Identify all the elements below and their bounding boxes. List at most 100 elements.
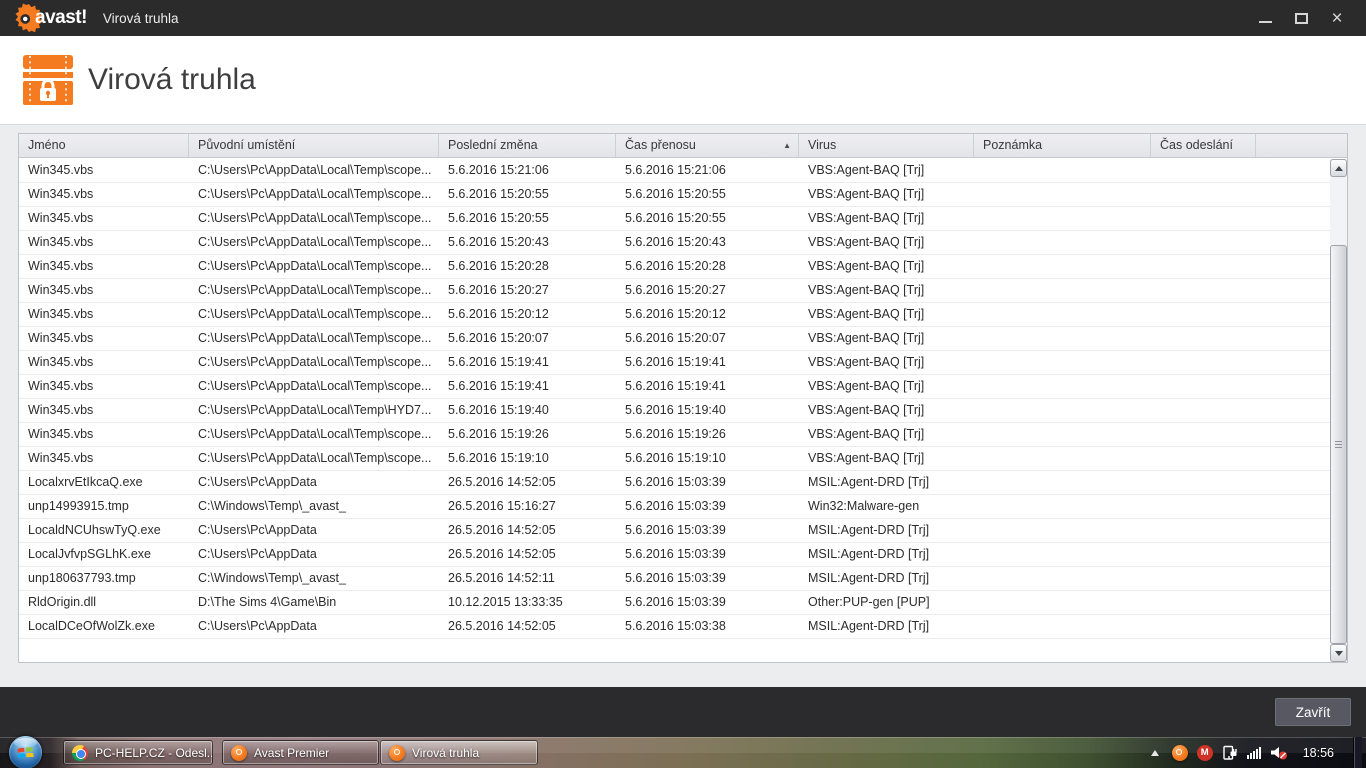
cell-modified: 5.6.2016 15:20:43 [448,235,549,249]
table-row[interactable]: LocaldNCUhswTyQ.exe C:\Users\Pc\AppData 26… [19,519,1330,543]
avast-tray-icon[interactable] [1171,744,1188,761]
cell-location: C:\Windows\Temp\_avast_ [198,571,346,585]
taskbar-clock[interactable]: 18:56 [1303,746,1334,760]
cell-virus: MSIL:Agent-DRD [Trj] [808,619,930,633]
cell-name: Win345.vbs [28,379,94,393]
network-signal-icon[interactable] [1246,746,1261,759]
scroll-down-button[interactable] [1330,644,1347,662]
scrollbar-thumb[interactable] [1330,245,1347,644]
column-header-transferred[interactable]: Čas přenosu ▲ [616,134,799,157]
cell-note [974,231,1151,254]
cell-name: LocalDCeOfWolZk.exe [28,619,155,633]
table-row[interactable]: Win345.vbs C:\Users\Pc\AppData\Local\Temp… [19,303,1330,327]
cell-location: C:\Users\Pc\AppData\Local\Temp\scope... [198,427,432,441]
cell-modified: 5.6.2016 15:19:26 [448,427,549,441]
cell-transferred: 5.6.2016 15:20:55 [625,187,726,201]
table-row[interactable]: Win345.vbs C:\Users\Pc\AppData\Local\Temp… [19,423,1330,447]
cell-location: C:\Users\Pc\AppData [198,619,317,633]
cell-sent [1151,183,1256,206]
cell-modified: 26.5.2016 14:52:05 [448,619,556,633]
cell-sent [1151,207,1256,230]
page-title: Virová truhla [88,63,256,96]
table-row[interactable]: Win345.vbs C:\Users\Pc\AppData\Local\Temp… [19,159,1330,183]
show-hidden-icons-button[interactable] [1150,749,1159,756]
cell-sent [1151,615,1256,638]
cell-sent [1151,567,1256,590]
cell-virus: VBS:Agent-BAQ [Trj] [808,211,925,225]
cell-transferred: 5.6.2016 15:03:39 [625,475,726,489]
cell-sent [1151,159,1256,182]
scroll-up-button[interactable] [1330,159,1347,177]
brand-wordmark: avast! [35,7,87,28]
cell-modified: 10.12.2015 13:33:35 [448,595,563,609]
column-header-virus[interactable]: Virus [799,134,974,157]
table-row[interactable]: unp180637793.tmp C:\Windows\Temp\_avast_ 2… [19,567,1330,591]
power-plug-icon[interactable] [1222,745,1238,761]
column-header-sent[interactable]: Čas odeslání [1151,134,1256,157]
cell-sent [1151,303,1256,326]
column-header-name[interactable]: Jméno [19,134,189,157]
table-row[interactable]: Win345.vbs C:\Users\Pc\AppData\Local\Temp… [19,207,1330,231]
cell-transferred: 5.6.2016 15:03:39 [625,595,726,609]
column-header-label: Čas přenosu [625,138,696,152]
cell-transferred: 5.6.2016 15:19:40 [625,403,726,417]
table-row[interactable]: Win345.vbs C:\Users\Pc\AppData\Local\Temp… [19,351,1330,375]
table-row[interactable]: Win345.vbs C:\Users\Pc\AppData\Local\Temp… [19,375,1330,399]
taskbar-item-virus-chest[interactable]: Virová truhla [380,740,538,765]
maximize-button[interactable] [1288,5,1314,31]
table-row[interactable]: Win345.vbs C:\Users\Pc\AppData\Local\Temp… [19,279,1330,303]
screen: avast! Virová truhla × Virová truhla Jmé… [0,0,1366,768]
cell-virus: VBS:Agent-BAQ [Trj] [808,451,925,465]
table-row[interactable]: LocalJvfvpSGLhK.exe C:\Users\Pc\AppData 26… [19,543,1330,567]
cell-transferred: 5.6.2016 15:21:06 [625,163,726,177]
cell-sent [1151,231,1256,254]
column-header-location[interactable]: Původní umístění [189,134,439,157]
cell-name: Win345.vbs [28,211,94,225]
cell-virus: Win32:Malware-gen [808,499,920,513]
table-row[interactable]: Win345.vbs C:\Users\Pc\AppData\Local\Temp… [19,447,1330,471]
cell-sent [1151,423,1256,446]
scroll-down-icon [1334,650,1343,656]
table-row[interactable]: Win345.vbs C:\Users\Pc\AppData\Local\Temp… [19,399,1330,423]
table-row[interactable]: Win345.vbs C:\Users\Pc\AppData\Local\Temp… [19,231,1330,255]
taskbar-item-browser[interactable]: PC-HELP.CZ - Odesl... [63,740,213,765]
cell-location: C:\Users\Pc\AppData\Local\Temp\scope... [198,307,432,321]
cell-transferred: 5.6.2016 15:19:41 [625,379,726,393]
avast-logo: avast! [14,3,87,33]
column-header-modified[interactable]: Poslední změna [439,134,616,157]
cell-sent [1151,495,1256,518]
close-button[interactable]: × [1324,5,1350,31]
table-row[interactable]: RldOrigin.dll D:\The Sims 4\Game\Bin 10.12… [19,591,1330,615]
cell-transferred: 5.6.2016 15:03:39 [625,523,726,537]
cell-virus: VBS:Agent-BAQ [Trj] [808,307,925,321]
cell-name: unp14993915.tmp [28,499,129,513]
mail-notifier-icon[interactable]: M [1196,744,1213,761]
cell-note [974,543,1151,566]
windows-flag-icon [17,747,34,759]
start-button[interactable] [9,736,42,768]
vertical-scrollbar[interactable] [1330,159,1347,662]
cell-modified: 5.6.2016 15:20:12 [448,307,549,321]
cell-note [974,351,1151,374]
cell-virus: VBS:Agent-BAQ [Trj] [808,331,925,345]
cell-sent [1151,279,1256,302]
table-row[interactable]: unp14993915.tmp C:\Windows\Temp\_avast_ 26… [19,495,1330,519]
column-header-note[interactable]: Poznámka [974,134,1151,157]
show-desktop-button[interactable] [1353,737,1362,768]
table-row[interactable]: Win345.vbs C:\Users\Pc\AppData\Local\Temp… [19,183,1330,207]
close-window-button[interactable]: Zavřít [1275,698,1351,726]
cell-modified: 5.6.2016 15:19:41 [448,355,549,369]
sort-ascending-icon: ▲ [783,141,791,150]
virus-chest-icon [23,55,73,105]
minimize-button[interactable] [1252,5,1278,31]
cell-transferred: 5.6.2016 15:20:07 [625,331,726,345]
table-row[interactable]: LocalxrvEtIkcaQ.exe C:\Users\Pc\AppData 26… [19,471,1330,495]
cell-virus: VBS:Agent-BAQ [Trj] [808,163,925,177]
cell-note [974,183,1151,206]
volume-muted-icon[interactable] [1270,745,1288,761]
table-row[interactable]: LocalDCeOfWolZk.exe C:\Users\Pc\AppData 26… [19,615,1330,639]
cell-location: C:\Users\Pc\AppData\Local\Temp\scope... [198,259,432,273]
table-row[interactable]: Win345.vbs C:\Users\Pc\AppData\Local\Temp… [19,327,1330,351]
taskbar-item-avast-premier[interactable]: Avast Premier [222,740,379,765]
table-row[interactable]: Win345.vbs C:\Users\Pc\AppData\Local\Temp… [19,255,1330,279]
